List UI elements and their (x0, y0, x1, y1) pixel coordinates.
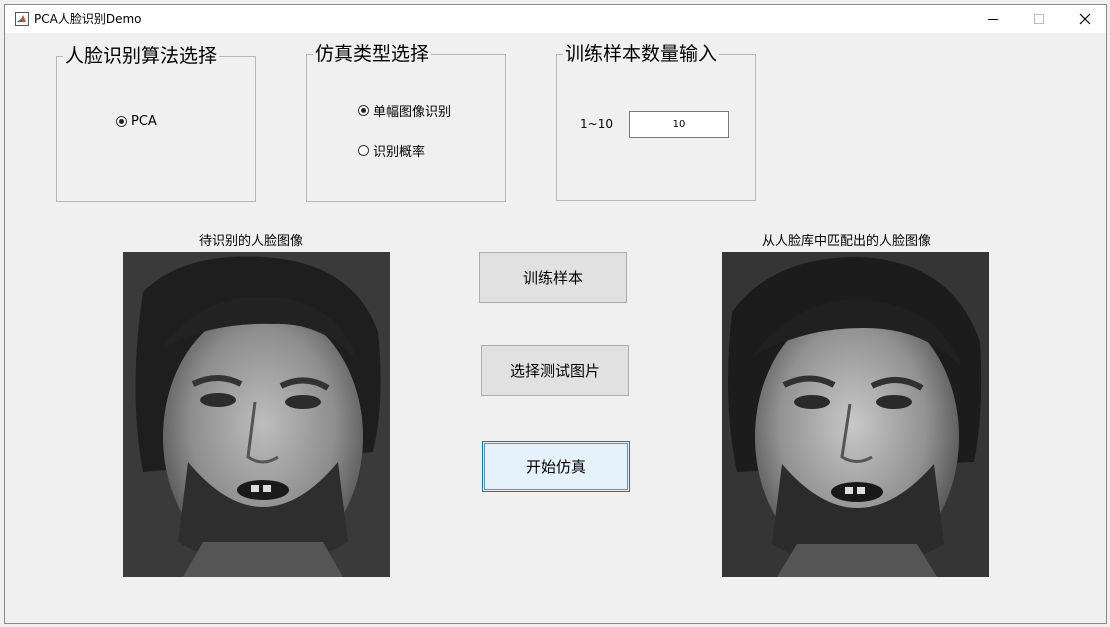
radio-label: 识别概率 (373, 145, 426, 160)
radio-indicator (116, 116, 127, 127)
radio-recognition-rate[interactable]: 识别概率 (358, 141, 425, 160)
test-image-caption: 待识别的人脸图像 (199, 234, 304, 249)
algorithm-group-title: 人脸识别算法选择 (63, 43, 220, 69)
minimize-icon (988, 19, 998, 20)
radio-pca[interactable]: PCA (116, 114, 157, 129)
close-icon (1079, 13, 1091, 25)
matched-face-image (722, 252, 989, 577)
radio-indicator (358, 105, 369, 116)
select-test-image-button[interactable]: 选择测试图片 (481, 345, 629, 396)
radio-single-image[interactable]: 单幅图像识别 (358, 101, 451, 120)
sample-count-input[interactable]: 10 (629, 111, 729, 138)
match-image-caption: 从人脸库中匹配出的人脸图像 (762, 234, 932, 249)
minimize-button[interactable] (970, 5, 1016, 33)
radio-label: 单幅图像识别 (373, 105, 452, 120)
algorithm-group: 人脸识别算法选择 PCA (56, 43, 256, 202)
training-count-group: 训练样本数量输入 1~10 10 (556, 41, 756, 201)
simulation-type-group: 仿真类型选择 单幅图像识别 识别概率 (306, 41, 506, 202)
training-group-title: 训练样本数量输入 (563, 41, 720, 67)
simulation-group-title: 仿真类型选择 (313, 41, 432, 67)
range-label: 1~10 (580, 117, 613, 131)
window-title: PCA人脸识别Demo (34, 12, 142, 26)
maximize-button[interactable] (1016, 5, 1062, 33)
matlab-icon (15, 12, 29, 26)
app-window: PCA人脸识别Demo 人脸识别算法选择 PCA 仿真类型选择 单幅图像识别 识… (4, 4, 1107, 624)
radio-label: PCA (131, 114, 157, 129)
close-button[interactable] (1062, 5, 1108, 33)
train-samples-button[interactable]: 训练样本 (479, 252, 627, 303)
maximize-icon (1034, 14, 1044, 24)
start-simulation-button[interactable]: 开始仿真 (482, 441, 630, 492)
title-bar[interactable]: PCA人脸识别Demo (5, 5, 1106, 33)
radio-indicator (358, 145, 369, 156)
test-face-image (123, 252, 390, 577)
